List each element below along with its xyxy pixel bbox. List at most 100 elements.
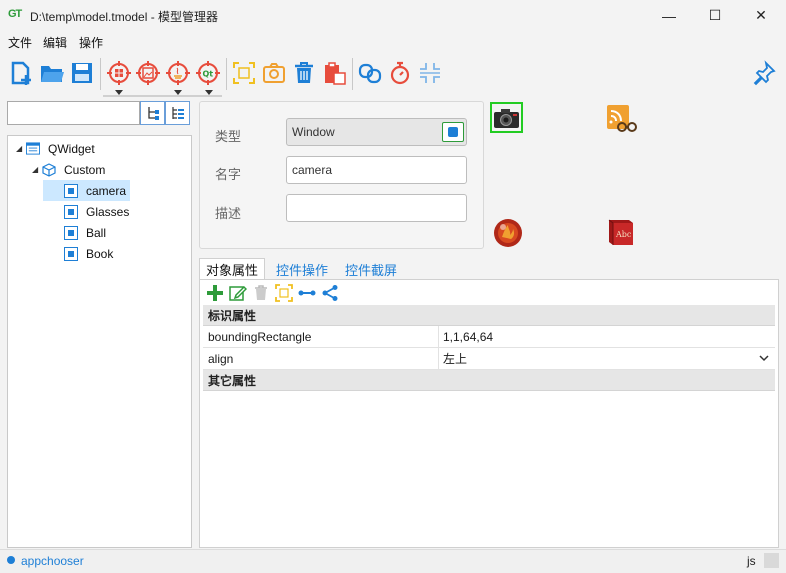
status-language: js: [747, 554, 756, 568]
add-icon[interactable]: [206, 284, 224, 302]
glasses-image[interactable]: [605, 103, 637, 135]
list-view-button[interactable]: [165, 101, 190, 125]
tree-node-label: Custom: [64, 162, 106, 177]
dropdown-bar: [103, 95, 222, 97]
new-model-button[interactable]: [7, 58, 37, 88]
book-image[interactable]: Abc: [605, 216, 637, 248]
save-icon: [72, 63, 92, 83]
property-name: align: [203, 348, 439, 369]
align-select-value: 左上: [443, 352, 468, 366]
link-button[interactable]: [355, 58, 385, 88]
control-icon: [64, 225, 78, 240]
tree-node-custom[interactable]: ◢ Custom: [8, 159, 191, 180]
toolbar-separator: [226, 58, 227, 90]
collapse-button[interactable]: [415, 58, 445, 88]
menu-bar: [0, 31, 786, 51]
open-model-button[interactable]: [37, 58, 67, 88]
desc-label: 描述: [215, 206, 242, 221]
ball-image[interactable]: [492, 217, 524, 249]
property-value[interactable]: 1,1,64,64: [439, 326, 775, 347]
new-file-icon: [11, 61, 31, 85]
tree-item-label: Book: [86, 246, 114, 261]
menu-file[interactable]: 文件: [8, 34, 32, 51]
toolbar-separator: [352, 58, 353, 90]
ball-icon: [494, 219, 522, 247]
property-group-other: 其它属性: [203, 370, 775, 391]
trash-icon: [295, 62, 313, 83]
connect-icon[interactable]: [298, 284, 316, 302]
paste-button[interactable]: [319, 58, 349, 88]
properties-toolbar: [200, 280, 778, 305]
properties-panel: 标识属性 boundingRectangle 1,1,64,64 align 左…: [199, 279, 779, 548]
save-button[interactable]: [67, 58, 97, 88]
capture-java-button[interactable]: [163, 58, 193, 88]
menu-operation[interactable]: 操作: [79, 34, 103, 51]
tree-node-root[interactable]: ◢ QWidget: [8, 138, 191, 159]
close-button[interactable]: ✕: [738, 0, 784, 31]
select-region-icon[interactable]: [275, 283, 293, 302]
snapshot-button[interactable]: [259, 58, 289, 88]
hierarchy-icon: [147, 107, 159, 120]
camera-icon: [263, 63, 285, 83]
pin-icon: [753, 60, 776, 86]
expand-arrow-icon[interactable]: ◢: [16, 144, 26, 153]
property-name: boundingRectangle: [203, 326, 439, 347]
tree-item-label: camera: [86, 183, 127, 198]
app-logo: GT: [8, 8, 22, 20]
java-target-icon: [166, 61, 190, 85]
book-icon: Abc: [608, 219, 633, 245]
pin-button[interactable]: [749, 58, 779, 88]
image-target-icon: [136, 61, 160, 85]
timer-button[interactable]: [385, 58, 415, 88]
trash-icon[interactable]: [252, 284, 270, 302]
control-icon: [64, 246, 78, 261]
model-tree[interactable]: ◢ QWidget ◢ Custom camera Glasses Ball B…: [7, 135, 192, 548]
capture-qt-button[interactable]: Qt: [193, 58, 223, 88]
tree-item-glasses[interactable]: Glasses: [8, 201, 191, 222]
desc-field[interactable]: [286, 194, 467, 222]
edit-icon[interactable]: [229, 284, 247, 302]
chevron-down-icon[interactable]: [759, 355, 769, 362]
link-icon: [358, 63, 382, 84]
glasses-icon: [607, 105, 637, 132]
name-field[interactable]: camera: [286, 156, 467, 184]
align-select[interactable]: 左上: [439, 348, 775, 369]
type-label: 类型: [215, 129, 242, 144]
property-group-identity: 标识属性: [203, 305, 775, 326]
tree-item-camera[interactable]: camera: [43, 180, 130, 201]
camera-icon: [494, 109, 519, 128]
name-label: 名字: [215, 167, 242, 182]
tab-control-operations[interactable]: 控件操作: [270, 258, 334, 280]
camera-image-selected[interactable]: [490, 102, 523, 133]
capture-image-button[interactable]: [133, 58, 163, 88]
search-input[interactable]: [7, 101, 140, 125]
status-app-link[interactable]: appchooser: [21, 554, 84, 568]
resize-grip[interactable]: [764, 553, 779, 568]
select-region-button[interactable]: [229, 58, 259, 88]
maximize-button[interactable]: ☐: [692, 0, 738, 31]
list-tree-icon: [171, 107, 184, 119]
tab-control-screenshot[interactable]: 控件截屏: [339, 258, 403, 280]
control-type-icon: [448, 127, 458, 137]
tree-node-label: QWidget: [48, 141, 95, 156]
toolbar-separator: [100, 58, 101, 90]
minimize-button[interactable]: —: [646, 0, 692, 31]
tree-item-book[interactable]: Book: [8, 243, 191, 264]
expand-arrow-icon[interactable]: ◢: [32, 165, 42, 174]
delete-button[interactable]: [289, 58, 319, 88]
collapse-arrows-icon: [420, 63, 440, 83]
clipboard-icon: [325, 62, 346, 85]
type-picker-button[interactable]: [442, 122, 464, 142]
control-icon: [64, 204, 78, 219]
property-row[interactable]: boundingRectangle 1,1,64,64: [203, 326, 775, 348]
capture-windows-button[interactable]: [104, 58, 134, 88]
control-icon: [64, 183, 78, 198]
share-icon[interactable]: [321, 284, 339, 302]
menu-edit[interactable]: 编辑: [43, 34, 67, 51]
tab-object-properties[interactable]: 对象属性: [199, 258, 266, 280]
property-grid: 标识属性 boundingRectangle 1,1,64,64 align 左…: [203, 305, 775, 391]
property-row[interactable]: align 左上: [203, 348, 775, 370]
tree-item-ball[interactable]: Ball: [8, 222, 191, 243]
tree-view-button[interactable]: [140, 101, 165, 125]
stopwatch-icon: [390, 61, 410, 85]
